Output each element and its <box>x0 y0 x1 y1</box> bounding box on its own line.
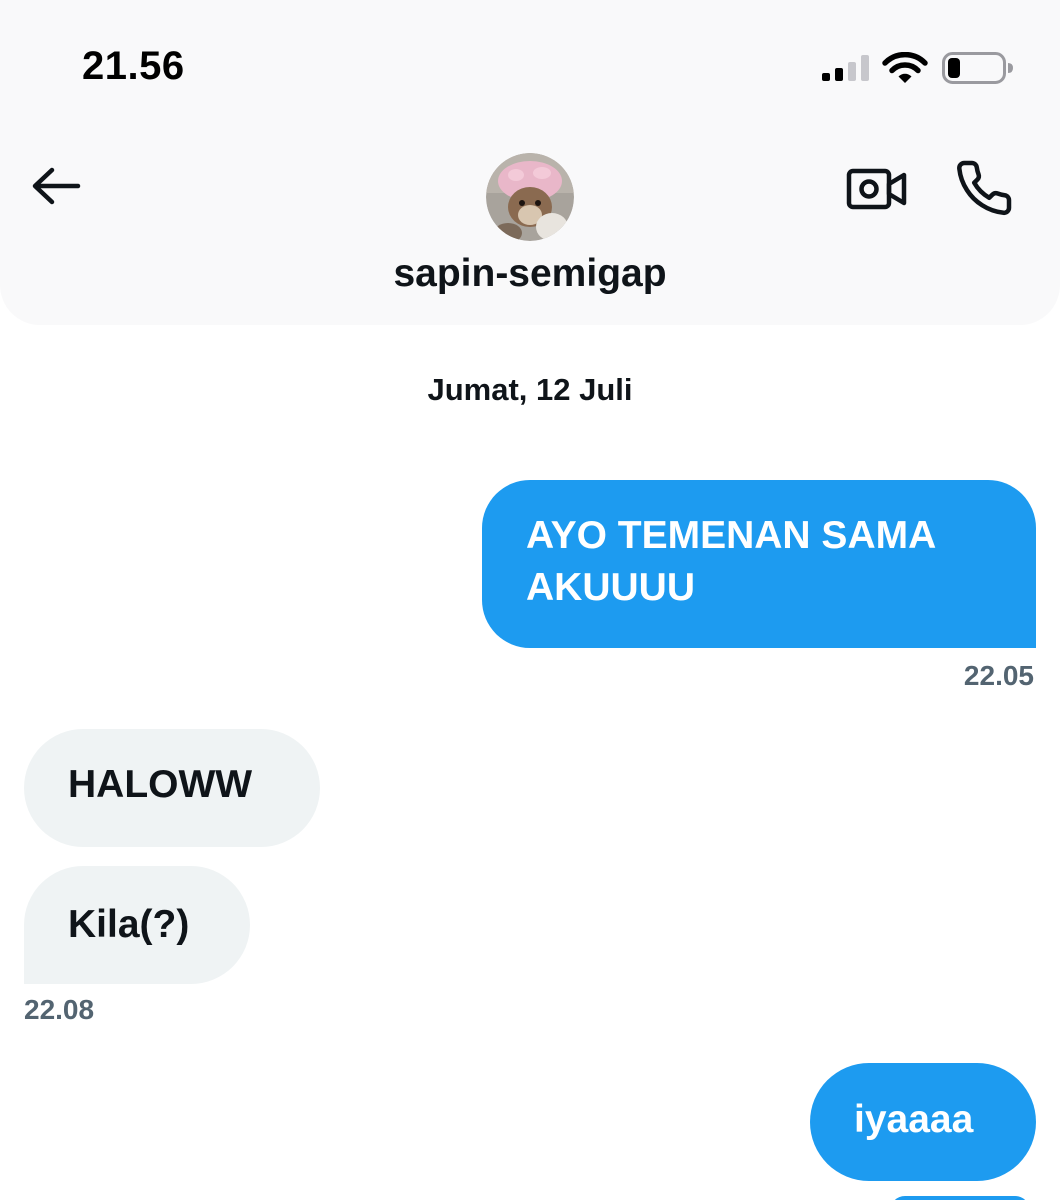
status-time: 21.56 <box>82 44 185 88</box>
contact-name[interactable]: sapin-semigap <box>0 252 1060 296</box>
message-timestamp: 22.05 <box>963 660 1034 691</box>
wifi-icon <box>882 52 928 83</box>
date-separator: Jumat, 12 Juli <box>427 372 633 407</box>
video-camera-icon[interactable] <box>846 165 908 213</box>
cellular-signal-icon <box>822 55 869 81</box>
cat-avatar[interactable] <box>486 153 574 241</box>
outgoing-message-bubble[interactable]: AYO TEMENAN SAMA AKUUUU <box>482 480 1036 648</box>
dm-conversation-screen: 21.56 sapin-semigap Jumat, 12 Juli AYO T… <box>0 0 1060 1200</box>
conversation-header: sapin-semigap <box>0 110 1060 325</box>
message-text: iyaaaa <box>854 1098 974 1141</box>
partial-message-bubble <box>890 1196 1030 1200</box>
message-text-line: AYO TEMENAN SAMA <box>526 514 937 557</box>
incoming-message-bubble[interactable]: HALOWW <box>24 729 320 847</box>
message-text: HALOWW <box>68 763 253 806</box>
outgoing-message-bubble[interactable]: iyaaaa <box>810 1063 1036 1181</box>
battery-icon <box>942 52 1013 84</box>
message-text: Kila(?) <box>68 903 190 946</box>
incoming-message-bubble[interactable]: Kila(?) <box>24 866 250 984</box>
phone-icon[interactable] <box>954 158 1014 218</box>
status-bar: 21.56 <box>0 0 1060 110</box>
message-text-line: AKUUUU <box>526 566 695 609</box>
arrow-left-icon[interactable] <box>28 163 84 209</box>
message-timestamp: 22.08 <box>24 994 95 1025</box>
